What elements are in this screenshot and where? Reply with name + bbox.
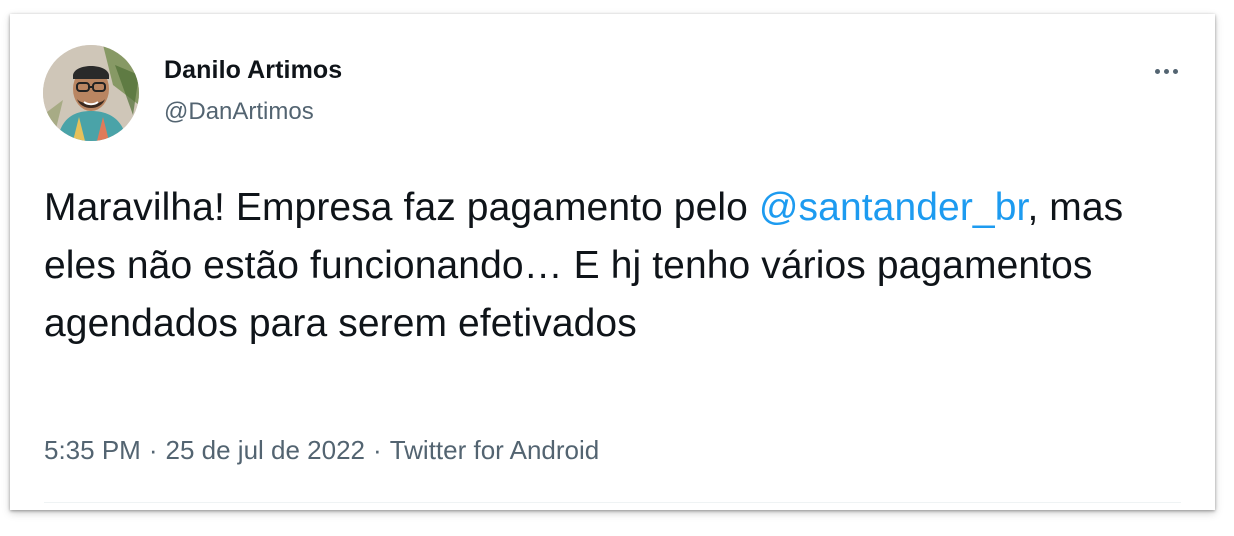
divider [44, 502, 1181, 503]
tweet-time[interactable]: 5:35 PM [44, 435, 141, 465]
more-options-icon[interactable] [1146, 58, 1186, 84]
more-dot [1172, 68, 1178, 74]
more-dot [1163, 68, 1169, 74]
tweet-source[interactable]: Twitter for Android [390, 435, 600, 465]
tweet-date[interactable]: 25 de jul de 2022 [166, 435, 366, 465]
meta-separator: · [373, 435, 382, 465]
more-dot [1154, 68, 1160, 74]
tweet-text: Maravilha! Empresa faz pagamento pelo @s… [44, 179, 1194, 353]
mention-link[interactable]: @santander_br [759, 186, 1028, 229]
avatar-image [43, 45, 139, 141]
tweet-card: Danilo Artimos @DanArtimos Maravilha! Em… [10, 14, 1215, 510]
meta-separator: · [148, 435, 158, 465]
avatar[interactable] [43, 45, 139, 141]
tweet-text-before: Maravilha! Empresa faz pagamento pelo [44, 186, 759, 229]
author-name[interactable]: Danilo Artimos [164, 56, 342, 85]
author-handle[interactable]: @DanArtimos [164, 98, 314, 126]
tweet-meta: 5:35 PM · 25 de jul de 2022 · Twitter for An… [44, 435, 599, 466]
